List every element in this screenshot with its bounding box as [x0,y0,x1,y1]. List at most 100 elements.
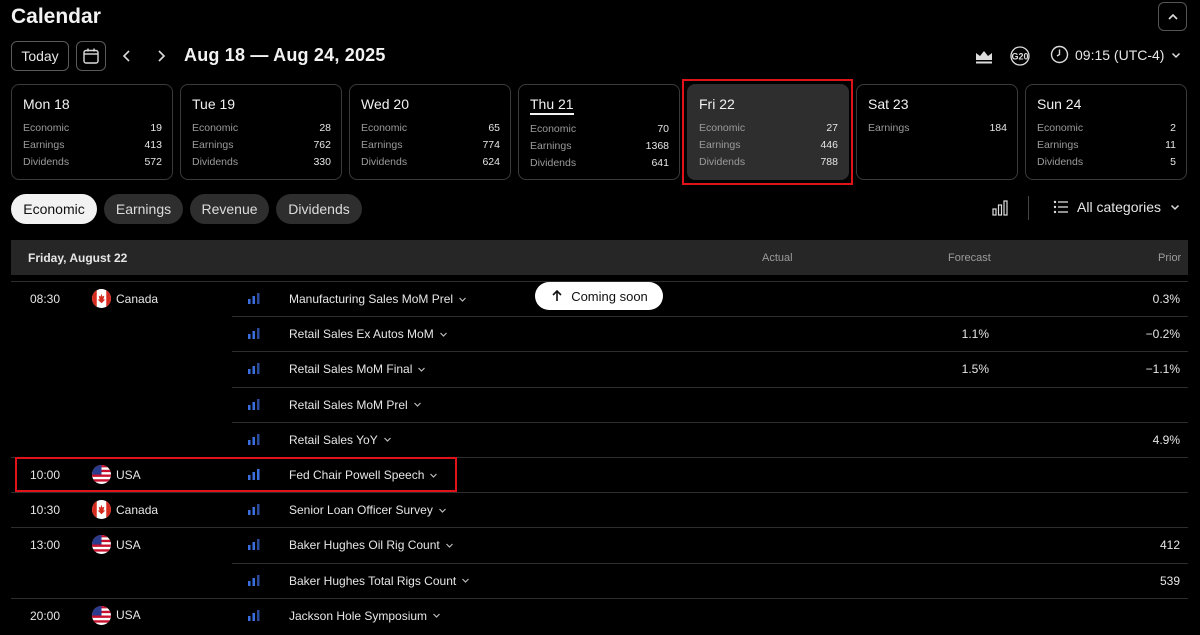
usa-flag-icon [92,535,111,555]
timezone-selector[interactable]: 09:15 (UTC-4) [1050,45,1182,64]
event-name[interactable]: Baker Hughes Total Rigs Count [289,574,470,588]
svg-text:G20: G20 [1011,52,1028,62]
day-card-sun[interactable]: Sun 24 Economic 2 Earnings 11 Dividends 5 [1025,84,1187,180]
filter-earnings[interactable]: Earnings [104,194,183,224]
table-row[interactable]: 20:00 USA Jackson Hole Symposium [11,597,1188,633]
stat-label: Earnings [699,139,741,151]
usa-flag-icon [92,465,111,484]
day-card-wed[interactable]: Wed 20 Economic 65 Earnings 774 Dividends 6… [349,84,511,180]
importance-icon [248,539,260,551]
importance-icon [248,574,260,586]
day-label: Tue 19 [192,96,236,112]
stat-label: Dividends [1037,156,1084,168]
date-picker-button[interactable] [76,41,106,71]
previous-week-button[interactable] [117,45,137,67]
event-label: Baker Hughes Total Rigs Count [289,573,457,588]
canada-flag-icon [92,289,111,308]
event-name[interactable]: Retail Sales MoM Prel [289,398,422,412]
day-label: Thu 21 [530,96,574,115]
clock-icon [1050,45,1069,64]
day-card-tue[interactable]: Tue 19 Economic 28 Earnings 762 Dividends 3… [180,84,342,180]
filter-dividends[interactable]: Dividends [276,194,362,224]
table-row[interactable]: 13:00 USA Baker Hughes Oil Rig Count 412 [11,527,1188,562]
stat-label: Earnings [530,140,572,152]
row-divider [232,562,1188,564]
importance-icon [248,328,260,340]
day-label: Fri 22 [699,96,735,112]
stat-value: 572 [144,156,162,168]
stat-value: 19 [150,122,162,134]
importance-icon [248,293,260,304]
chevron-down-icon [462,578,470,583]
stat-label: Economic [361,122,408,134]
table-row[interactable]: Retail Sales MoM Final 1.5% −1.1% [11,351,1188,386]
filter-economic[interactable]: Economic [11,194,97,224]
event-name[interactable]: Manufacturing Sales MoM Prel [289,292,467,306]
country-label: USA [116,608,141,623]
stat-label: Dividends [361,156,408,168]
day-label: Sun 24 [1037,96,1082,112]
stat-label: Dividends [530,157,577,169]
stat-value: 65 [488,122,500,134]
importance-icon [248,504,260,516]
event-name[interactable]: Senior Loan Officer Survey [289,503,447,517]
event-label: Retail Sales MoM Prel [289,397,408,412]
categories-dropdown[interactable]: All categories [1053,199,1181,215]
prior-value: −0.2% [1145,327,1180,342]
coming-soon-badge[interactable]: Coming soon [535,282,663,310]
importance-icon [248,363,260,375]
chevron-up-icon [1167,13,1178,20]
day-card-mon[interactable]: Mon 18 Economic 19 Earnings 413 Dividends 5… [11,84,173,180]
forecast-value: 1.1% [961,327,989,342]
prior-value: 539 [1159,573,1180,588]
table-row[interactable]: Baker Hughes Total Rigs Count 539 [11,562,1188,598]
event-name[interactable]: Fed Chair Powell Speech [289,468,438,482]
stat-label: Dividends [192,156,239,168]
prior-value: 4.9% [1152,432,1180,447]
chevron-down-icon [1172,52,1181,58]
stat-label: Earnings [23,139,65,151]
prior-value: 412 [1159,538,1180,553]
table-row[interactable]: Retail Sales Ex Autos MoM 1.1% −0.2% [11,316,1188,351]
today-button[interactable]: Today [11,41,69,71]
event-name[interactable]: Baker Hughes Oil Rig Count [289,538,454,552]
collapse-button[interactable] [1158,2,1187,31]
stat-value: 70 [657,123,669,135]
list-icon [1053,200,1068,214]
event-name[interactable]: Retail Sales Ex Autos MoM [289,327,448,341]
stat-value: 624 [482,156,500,168]
chevron-down-icon [418,367,426,372]
day-card-fri[interactable]: Fri 22 Economic 27 Earnings 446 Dividends 7… [687,84,849,180]
stat-label: Economic [699,122,746,134]
event-name[interactable]: Jackson Hole Symposium [289,609,441,623]
crown-icon[interactable] [974,46,994,66]
chevron-down-icon [433,613,440,619]
chevron-down-icon [383,437,391,443]
stat-value: 641 [651,157,669,169]
day-label: Wed 20 [361,96,409,112]
row-divider [11,527,1188,529]
day-card-sat[interactable]: Sat 23 Earnings 184 [856,84,1018,180]
g20-icon[interactable]: G20 [1008,45,1032,67]
table-row[interactable]: 10:30 Canada Senior Loan Officer Survey [11,492,1188,527]
row-divider [232,386,1188,388]
table-row[interactable]: Retail Sales MoM Prel [11,386,1188,422]
event-label: Manufacturing Sales MoM Prel [289,292,454,306]
event-name[interactable]: Retail Sales YoY [289,433,392,447]
column-forecast: Forecast [948,252,991,264]
day-card-thu[interactable]: Thu 21 Economic 70 Earnings 1368 Dividends… [518,84,680,180]
importance-icon [248,469,260,480]
bar-chart-icon[interactable] [990,198,1010,218]
categories-label: All categories [1077,199,1162,215]
stat-value: 788 [820,156,838,168]
table-row[interactable]: Retail Sales YoY 4.9% [11,421,1188,457]
filter-revenue[interactable]: Revenue [190,194,269,224]
chevron-down-icon [430,473,438,478]
prior-value: 0.3% [1152,292,1180,306]
column-actual: Actual [762,252,793,264]
next-week-button[interactable] [151,45,171,67]
stat-value: 27 [826,122,838,134]
event-name[interactable]: Retail Sales MoM Final [289,362,426,376]
table-row[interactable]: 10:00 USA Fed Chair Powell Speech [11,457,1188,492]
row-divider [232,421,1188,423]
